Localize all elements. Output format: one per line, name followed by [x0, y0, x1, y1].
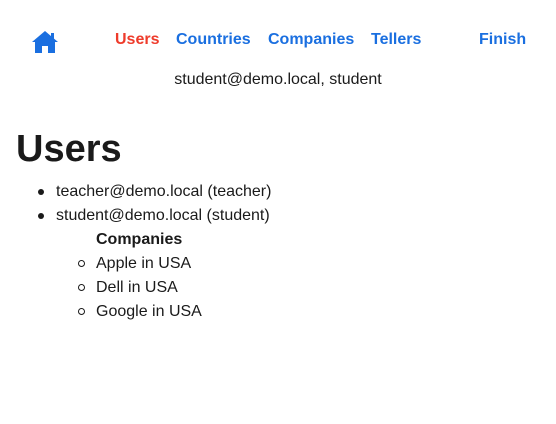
user-list-item: teacher@demo.local (teacher)	[38, 180, 272, 204]
company-label: Dell in USA	[96, 279, 178, 296]
current-user-label: student@demo.local, student	[174, 71, 382, 88]
company-list-item: Apple in USA	[78, 252, 271, 276]
home-icon	[32, 31, 58, 53]
company-list-item: Google in USA	[78, 300, 271, 324]
user-label: student@demo.local (student)	[56, 207, 270, 224]
nav-companies-link[interactable]: Companies	[268, 30, 354, 50]
circle-bullet-icon	[78, 284, 85, 291]
circle-bullet-icon	[78, 308, 85, 315]
home-link[interactable]	[31, 29, 59, 55]
nav-tellers-link[interactable]: Tellers	[371, 30, 421, 50]
company-list-item: Dell in USA	[78, 276, 271, 300]
nav-finish-link[interactable]: Finish	[479, 30, 526, 50]
user-list-item: student@demo.local (student) Companies A…	[38, 204, 271, 324]
page: Users Countries Companies Tellers Finish…	[0, 0, 556, 424]
page-title: Users	[16, 128, 122, 170]
company-label: Apple in USA	[96, 255, 192, 272]
user-label: teacher@demo.local (teacher)	[56, 183, 272, 200]
bullet-icon	[38, 213, 44, 219]
nav-users-link[interactable]: Users	[115, 30, 159, 50]
user-list: teacher@demo.local (teacher) student@dem…	[0, 180, 271, 324]
user-companies: Companies Apple in USA Dell in USA Googl…	[56, 228, 271, 324]
companies-heading: Companies	[96, 231, 183, 248]
circle-bullet-icon	[78, 260, 85, 267]
top-nav: Users Countries Companies Tellers Finish	[0, 0, 556, 70]
company-label: Google in USA	[96, 303, 202, 320]
nav-countries-link[interactable]: Countries	[176, 30, 251, 50]
company-list: Apple in USA Dell in USA Google in USA	[78, 252, 271, 324]
bullet-icon	[38, 189, 44, 195]
